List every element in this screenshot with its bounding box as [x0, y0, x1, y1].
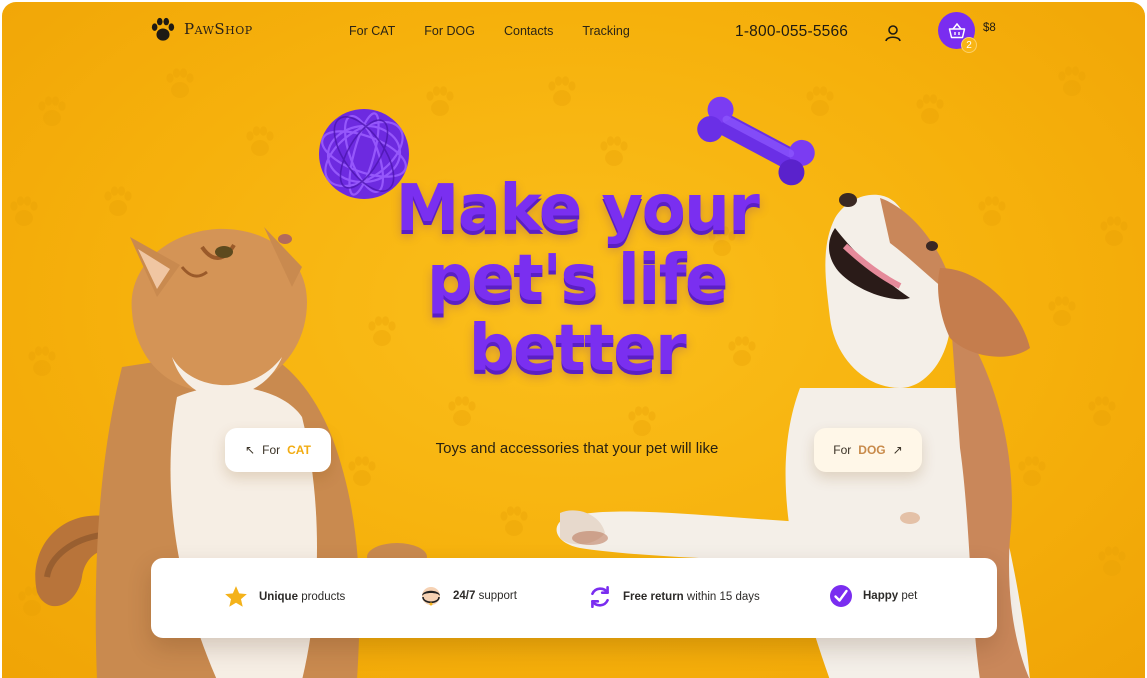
feature-bold: Unique	[259, 591, 298, 603]
star-icon	[225, 586, 247, 607]
for-cat-prefix: For	[262, 443, 281, 457]
feature-support: 24/7 support	[419, 584, 517, 608]
features-bar: Unique products 24/7 support Free return…	[151, 558, 997, 638]
nav-for-cat[interactable]: For CAT	[349, 24, 395, 38]
cart-total: $8	[983, 22, 996, 34]
hero-section: PawShop For CAT For DOG Contacts Trackin…	[2, 2, 1145, 678]
nav-tracking[interactable]: Tracking	[582, 24, 629, 38]
headline-line-2: pet's life	[427, 242, 728, 316]
hero-tagline: Toys and accessories that your pet will …	[435, 440, 719, 457]
feature-bold: Happy	[863, 590, 899, 602]
logo[interactable]: PawShop	[150, 16, 253, 42]
account-button[interactable]	[882, 22, 904, 44]
user-icon	[885, 25, 901, 42]
main-menu: For CAT For DOG Contacts Tracking	[349, 24, 630, 38]
for-cat-highlight: CAT	[287, 443, 311, 457]
for-cat-button[interactable]: ↖ For CAT	[225, 428, 331, 472]
feature-text: support	[478, 590, 517, 602]
feature-text: products	[301, 591, 346, 603]
hero-headline: Make your pet's life better	[302, 174, 852, 384]
brand-name: PawShop	[184, 20, 253, 38]
feature-unique-products: Unique products	[223, 584, 345, 610]
feature-text: pet	[901, 590, 918, 602]
for-dog-highlight: DOG	[858, 443, 886, 457]
check-icon	[830, 585, 852, 607]
refresh-icon	[591, 585, 609, 609]
headline-line-1: Make your	[395, 172, 760, 246]
feature-happy-pet: Happy pet	[829, 584, 917, 608]
feature-text: within 15 days	[686, 591, 760, 603]
feature-bold: Free return	[623, 591, 684, 603]
headline-line-3: better	[468, 312, 687, 386]
nav-contacts[interactable]: Contacts	[504, 24, 553, 38]
support-agent-icon	[422, 587, 440, 606]
feature-free-return: Free return within 15 days	[587, 584, 760, 610]
top-navigation: PawShop For CAT For DOG Contacts Trackin…	[2, 2, 1145, 64]
for-dog-button[interactable]: For DOG ↗	[814, 428, 922, 472]
phone-number[interactable]: 1-800-055-5566	[735, 23, 848, 41]
arrow-up-right-icon: ↗	[892, 443, 903, 457]
nav-for-dog[interactable]: For DOG	[424, 24, 475, 38]
basket-icon	[948, 22, 965, 38]
arrow-up-left-icon: ↖	[245, 443, 256, 457]
paw-icon	[151, 17, 175, 41]
for-dog-prefix: For	[833, 443, 852, 457]
feature-bold: 24/7	[453, 590, 476, 602]
cart-count-badge: 2	[961, 37, 977, 53]
